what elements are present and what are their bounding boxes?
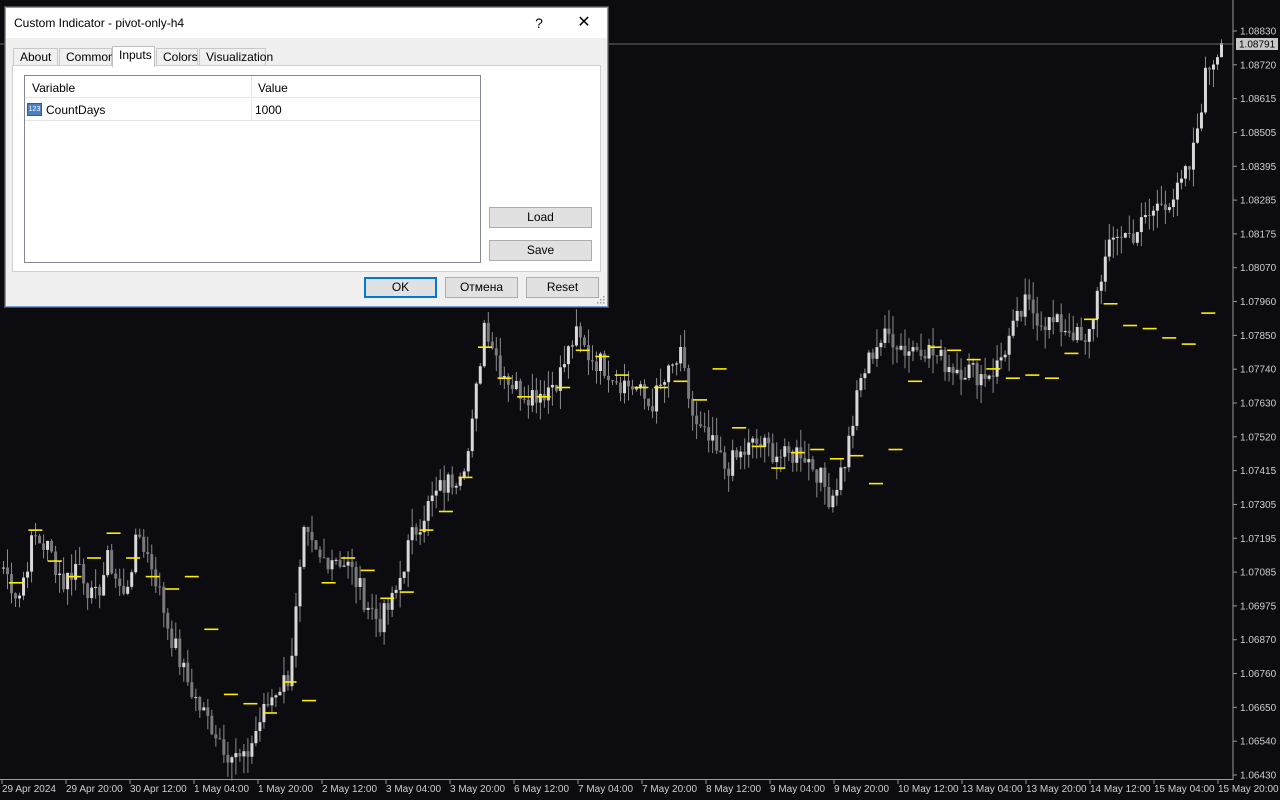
candle: [1123, 232, 1127, 239]
price-tick-label: 1.07520: [1240, 432, 1277, 443]
tab-about[interactable]: About: [13, 48, 58, 66]
price-tick-label: 1.08830: [1240, 27, 1277, 38]
time-tick-label: 14 May 12:00: [1090, 784, 1151, 795]
time-tick-label: 10 May 12:00: [898, 784, 959, 795]
price-tick-label: 1.07195: [1240, 534, 1277, 545]
reset-button[interactable]: Reset: [526, 277, 599, 298]
save-button[interactable]: Save: [489, 240, 592, 261]
time-tick-label: 9 May 20:00: [834, 784, 889, 795]
inputs-table: Variable Value 123 CountDays 1000: [24, 75, 481, 263]
candle: [50, 539, 54, 554]
candle: [130, 569, 134, 590]
current-price-label: 1.08791: [1236, 38, 1278, 51]
price-tick-label: 1.06540: [1240, 737, 1277, 748]
price-tick-label: 1.07960: [1240, 297, 1277, 308]
price-tick-label: 1.07630: [1240, 399, 1277, 410]
price-tick-label: 1.06650: [1240, 703, 1277, 714]
row-divider: [251, 99, 252, 121]
column-divider[interactable]: [251, 76, 252, 98]
candle: [602, 350, 606, 379]
candle: [867, 349, 871, 374]
time-tick-label: 15 May 04:00: [1154, 784, 1215, 795]
price-tick-label: 1.07740: [1240, 365, 1277, 376]
candle: [362, 577, 366, 613]
price-tick-label: 1.07415: [1240, 466, 1277, 477]
price-tick-label: 1.08615: [1240, 94, 1277, 105]
price-tick-label: 1.08070: [1240, 263, 1277, 274]
candle: [1055, 312, 1059, 323]
help-button[interactable]: ?: [516, 8, 562, 38]
price-tick-label: 1.07305: [1240, 500, 1277, 511]
time-tick-label: 7 May 04:00: [578, 784, 633, 795]
tab-colors[interactable]: Colors: [156, 48, 198, 66]
price-tick-label: 1.06760: [1240, 669, 1277, 680]
time-tick-label: 2 May 12:00: [322, 784, 377, 795]
inputs-tab-panel: Variable Value 123 CountDays 1000 Load S…: [12, 65, 601, 272]
time-tick-label: 13 May 20:00: [1026, 784, 1087, 795]
price-tick-label: 1.07850: [1240, 331, 1277, 342]
ok-button[interactable]: OK: [364, 277, 437, 298]
time-tick-label: 7 May 20:00: [642, 784, 697, 795]
candle: [302, 525, 306, 570]
candle: [482, 319, 486, 368]
time-tick-label: 3 May 20:00: [450, 784, 505, 795]
time-tick-label: 6 May 12:00: [514, 784, 569, 795]
price-tick-label: 1.08175: [1240, 229, 1277, 240]
candle: [106, 545, 110, 578]
time-tick-label: 3 May 04:00: [386, 784, 441, 795]
tab-common[interactable]: Common: [59, 48, 115, 66]
custom-indicator-dialog: Custom Indicator - pivot-only-h4 ? ✕ Abo…: [5, 7, 608, 307]
time-tick-label: 15 May 20:00: [1218, 784, 1279, 795]
price-tick-label: 1.06870: [1240, 635, 1277, 646]
price-tick-label: 1.06975: [1240, 601, 1277, 612]
price-tick-label: 1.07085: [1240, 568, 1277, 579]
candle: [478, 362, 482, 385]
candle: [314, 540, 318, 550]
time-tick-label: 9 May 04:00: [770, 784, 825, 795]
dialog-titlebar[interactable]: Custom Indicator - pivot-only-h4 ? ✕: [6, 8, 607, 38]
time-tick-label: 13 May 04:00: [962, 784, 1023, 795]
tab-visualization[interactable]: Visualization: [199, 48, 273, 66]
load-button[interactable]: Load: [489, 207, 592, 228]
time-tick-label: 1 May 20:00: [258, 784, 313, 795]
current-price-text: 1.08791: [1239, 40, 1276, 51]
time-tick-label: 1 May 04:00: [194, 784, 249, 795]
numeric-123-icon: 123: [27, 103, 42, 116]
time-tick-label: 8 May 12:00: [706, 784, 761, 795]
time-tick-label: 29 Apr 20:00: [66, 784, 123, 795]
price-tick-label: 1.06430: [1240, 771, 1277, 782]
row-value-field[interactable]: 1000: [255, 103, 282, 117]
candle: [134, 528, 138, 575]
price-tick-label: 1.08505: [1240, 128, 1277, 139]
price-tick-label: 1.08285: [1240, 196, 1277, 207]
table-row[interactable]: 123 CountDays 1000: [25, 99, 480, 121]
time-tick-label: 30 Apr 12:00: [130, 784, 187, 795]
tab-inputs[interactable]: Inputs: [112, 46, 155, 67]
row-variable-name: CountDays: [46, 103, 106, 117]
time-tick-label: 29 Apr 2024: [2, 784, 56, 795]
column-header-value[interactable]: Value: [258, 81, 288, 95]
table-header: Variable Value: [25, 76, 480, 98]
resize-grip-icon[interactable]: [595, 294, 605, 304]
dialog-title: Custom Indicator - pivot-only-h4: [14, 16, 185, 30]
price-tick-label: 1.08395: [1240, 162, 1277, 173]
column-header-variable[interactable]: Variable: [32, 81, 75, 95]
price-tick-label: 1.08720: [1240, 60, 1277, 71]
close-button[interactable]: ✕: [561, 8, 607, 38]
cancel-button[interactable]: Отмена: [445, 277, 518, 298]
